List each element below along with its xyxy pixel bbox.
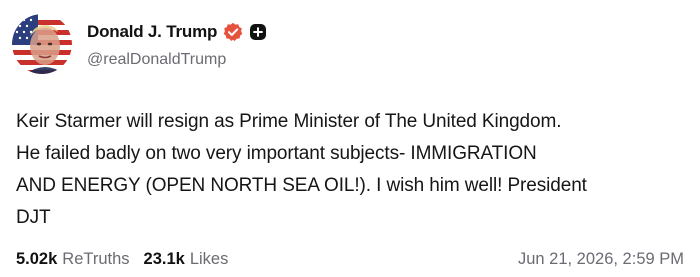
likes-count: 23.1k [143,250,185,268]
plus-badge-icon [249,23,267,41]
retruths-count: 5.02k [16,250,58,268]
account-name-row: Donald J. Trump [87,19,267,45]
retruths-stat[interactable]: 5.02k ReTruths [16,250,130,269]
likes-label: Likes [189,250,229,268]
likes-stat[interactable]: 23.1k Likes [144,250,229,269]
display-name[interactable]: Donald J. Trump [87,22,217,42]
account-handle[interactable]: @realDonaldTrump [87,51,226,69]
verified-badge-icon [223,22,243,42]
post-timestamp[interactable]: Jun 21, 2026, 2:59 PM [518,250,684,269]
post-stats: 5.02k ReTruths 23.1k Likes [16,250,228,269]
post-card: Donald J. Trump @realDonaldTrump Keir St… [0,0,700,277]
retruths-label: ReTruths [62,250,130,268]
post-text: Keir Starmer will resign as Prime Minist… [16,111,587,228]
avatar[interactable] [12,14,72,74]
user-avatar-icon [12,14,72,74]
